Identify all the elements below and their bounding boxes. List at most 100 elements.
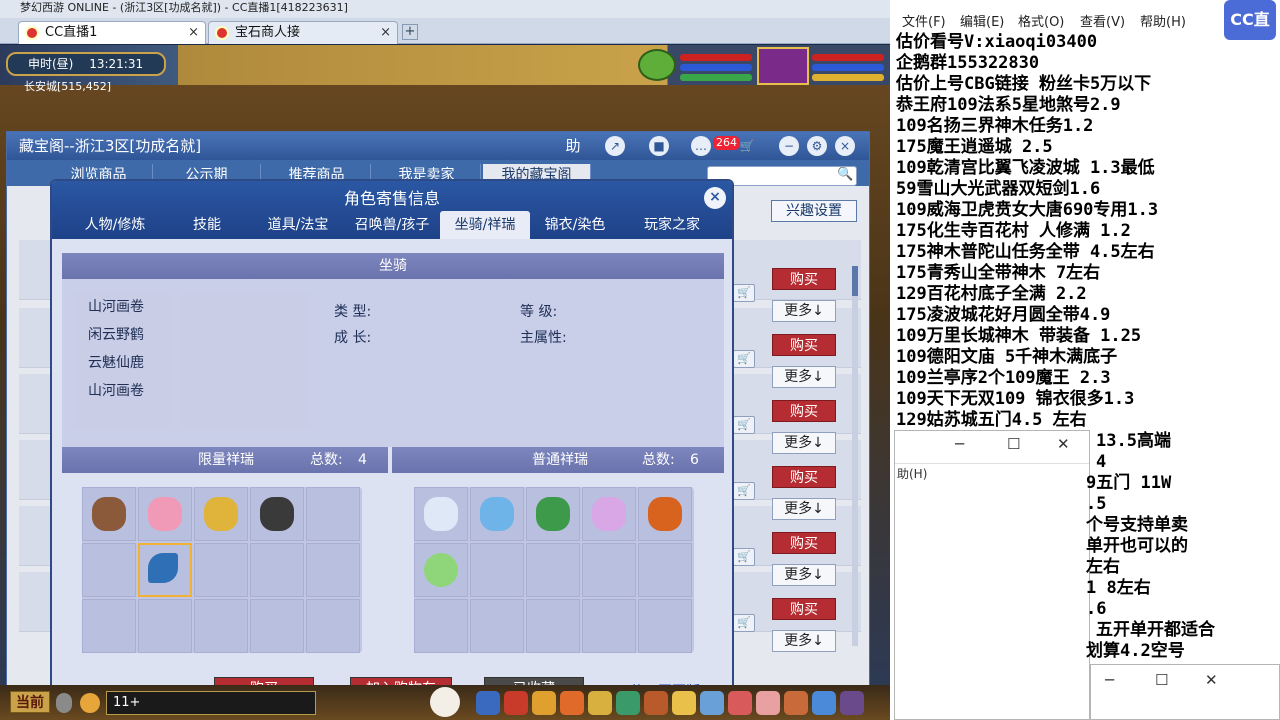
mount-slot[interactable] (306, 543, 360, 597)
quest-icon[interactable] (644, 691, 668, 715)
mount-slot-selected[interactable] (138, 543, 192, 597)
team-icon[interactable] (588, 691, 612, 715)
mount-list-item[interactable]: 云魅仙鹿 (74, 349, 172, 377)
mount-slot[interactable] (138, 599, 192, 653)
settings-icon[interactable] (840, 691, 864, 715)
pet-avatar-icon[interactable] (430, 687, 460, 717)
row-more-button[interactable]: 更多↓ (772, 630, 836, 652)
maximize-icon[interactable]: ☐ (1155, 671, 1168, 689)
add-cart-icon[interactable]: 🛒 (733, 548, 755, 566)
settings-icon[interactable]: ⚙ (807, 136, 827, 156)
system-icon[interactable] (784, 691, 808, 715)
row-buy-button[interactable]: 购买 (772, 268, 836, 290)
mount-slot[interactable] (470, 487, 524, 541)
tab-home[interactable]: 玩家之家 (630, 211, 714, 239)
overlay-menu[interactable]: 助(H) (897, 465, 927, 482)
mount-slot[interactable] (470, 599, 524, 653)
chat-input[interactable]: 11+ (106, 691, 316, 715)
help-button[interactable]: 助 (563, 136, 583, 156)
mount-slot[interactable] (638, 599, 692, 653)
mount-slot[interactable] (526, 543, 580, 597)
mount-slot[interactable] (194, 599, 248, 653)
tab-pets[interactable]: 召唤兽/孩子 (348, 211, 436, 239)
gift-icon[interactable] (532, 691, 556, 715)
close-icon[interactable]: × (380, 22, 391, 44)
mount-slot[interactable] (194, 543, 248, 597)
row-buy-button[interactable]: 购买 (772, 598, 836, 620)
mount-slot[interactable] (638, 543, 692, 597)
channel-button[interactable]: 当前 (10, 691, 50, 713)
map-icon[interactable] (700, 691, 724, 715)
mount-slot[interactable] (526, 487, 580, 541)
browser-tab-cc[interactable]: CC直播1 × (18, 21, 206, 44)
menu-file[interactable]: 文件(F) (902, 11, 946, 30)
mount-list-item[interactable]: 山河画卷 (74, 293, 172, 321)
share-icon[interactable]: ↗ (605, 136, 625, 156)
mount-slot[interactable] (82, 543, 136, 597)
message-icon[interactable]: … (691, 136, 711, 156)
tab-outfits[interactable]: 锦衣/染色 (536, 211, 614, 239)
mount-list-item[interactable]: 山河画卷 (74, 377, 172, 405)
tab-character[interactable]: 人物/修炼 (68, 211, 162, 239)
skills-icon[interactable] (672, 691, 696, 715)
mount-slot[interactable] (306, 599, 360, 653)
mount-slot[interactable] (414, 543, 468, 597)
mount-slot[interactable] (582, 543, 636, 597)
menu-view[interactable]: 查看(V) (1080, 11, 1125, 30)
mount-slot[interactable] (250, 487, 304, 541)
mount-list-item[interactable]: 闲云野鹤 (74, 321, 172, 349)
row-more-button[interactable]: 更多↓ (772, 300, 836, 322)
mount-slot[interactable] (582, 599, 636, 653)
mount-slot[interactable] (470, 543, 524, 597)
row-more-button[interactable]: 更多↓ (772, 432, 836, 454)
add-cart-icon[interactable]: 🛒 (733, 350, 755, 368)
shop-icon[interactable] (812, 691, 836, 715)
emoji-icon[interactable] (80, 693, 100, 713)
close-icon[interactable]: × (835, 136, 855, 156)
row-buy-button[interactable]: 购买 (772, 466, 836, 488)
friends-icon[interactable] (728, 691, 752, 715)
mount-slot[interactable] (582, 487, 636, 541)
mount-slot[interactable] (138, 487, 192, 541)
browser-tab-gem[interactable]: 宝石商人接 × (208, 21, 398, 44)
interest-settings-button[interactable]: 兴趣设置 (771, 200, 857, 222)
menu-format[interactable]: 格式(O) (1018, 11, 1064, 30)
add-cart-icon[interactable]: 🛒 (733, 284, 755, 302)
tab-items[interactable]: 道具/法宝 (258, 211, 338, 239)
tab-mounts[interactable]: 坐骑/祥瑞 (440, 211, 530, 239)
bag-icon[interactable] (616, 691, 640, 715)
mount-slot[interactable] (250, 599, 304, 653)
scrollbar[interactable] (852, 266, 858, 646)
add-cart-icon[interactable]: 🛒 (733, 482, 755, 500)
mount-slot[interactable] (82, 599, 136, 653)
add-cart-icon[interactable]: 🛒 (733, 416, 755, 434)
mount-slot[interactable] (414, 599, 468, 653)
row-more-button[interactable]: 更多↓ (772, 366, 836, 388)
chest-icon[interactable] (504, 691, 528, 715)
dialog-close-button[interactable]: × (704, 187, 726, 209)
player-avatar[interactable] (757, 47, 809, 85)
mount-slot[interactable] (638, 487, 692, 541)
menu-edit[interactable]: 编辑(E) (960, 11, 1004, 30)
minimize-icon[interactable]: ─ (1105, 671, 1114, 689)
mount-slot[interactable] (306, 487, 360, 541)
mount-slot[interactable] (250, 543, 304, 597)
mount-slot[interactable] (526, 599, 580, 653)
add-cart-icon[interactable]: 🛒 (733, 614, 755, 632)
close-icon[interactable]: ✕ (1205, 671, 1218, 689)
close-icon[interactable]: × (188, 22, 199, 44)
row-more-button[interactable]: 更多↓ (772, 498, 836, 520)
row-more-button[interactable]: 更多↓ (772, 564, 836, 586)
pet-portrait[interactable] (638, 49, 676, 81)
menu-help[interactable]: 帮助(H) (1140, 11, 1186, 30)
row-buy-button[interactable]: 购买 (772, 532, 836, 554)
scroll-icon[interactable] (560, 691, 584, 715)
close-icon[interactable]: ✕ (1057, 435, 1070, 453)
new-tab-button[interactable]: + (402, 24, 418, 40)
minimize-icon[interactable]: ─ (955, 435, 964, 453)
sword-icon[interactable] (476, 691, 500, 715)
tab-skills[interactable]: 技能 (172, 211, 242, 239)
row-buy-button[interactable]: 购买 (772, 334, 836, 356)
peach-icon[interactable] (756, 691, 780, 715)
maximize-icon[interactable]: ☐ (1007, 435, 1020, 453)
